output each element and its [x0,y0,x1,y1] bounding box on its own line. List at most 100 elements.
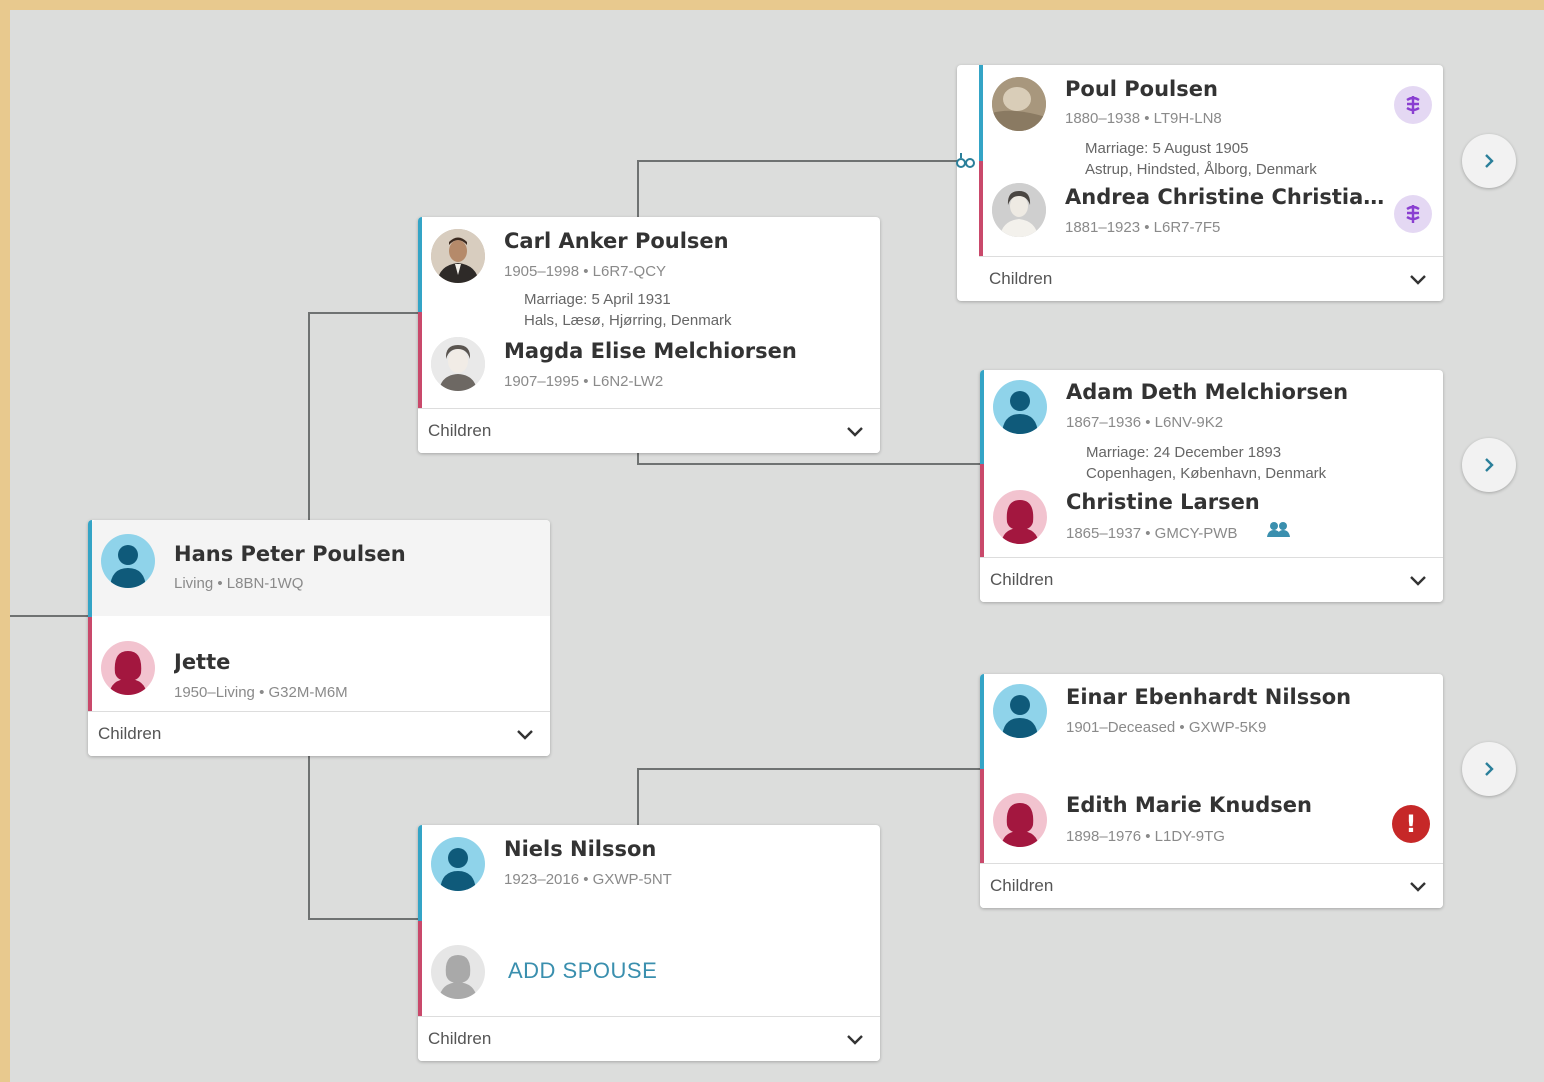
children-label: Children [990,876,1054,895]
connector-line [637,160,639,218]
children-label: Children [428,1029,492,1048]
person-name[interactable]: Carl Anker Poulsen [504,229,729,253]
couple-relationship-icon [956,153,975,168]
portrait-photo-icon [431,229,485,283]
person-magda-elise-melchiorsen[interactable]: Magda Elise Melchiorsen 1907–1995 • L6N2… [418,329,880,409]
person-name[interactable]: Hans Peter Poulsen [174,542,406,566]
empty-person-icon [431,945,485,999]
person-lifespan-id: 1901–Deceased • GXWP-5K9 [1066,719,1267,736]
chevron-right-icon [1485,762,1494,776]
person-lifespan-id: Living • L8BN-1WQ [174,575,304,592]
paternal-maternal-grandparents-card: Adam Deth Melchiorsen 1867–1936 • L6NV-9… [980,370,1443,602]
chevron-down-icon [1410,576,1426,586]
person-lifespan-id: 1950–Living • G32M-M6M [174,684,348,701]
children-dropdown[interactable]: Children [418,408,880,453]
portrait-photo-icon [992,77,1046,131]
paternal-couple-card: Carl Anker Poulsen 1905–1998 • L6R7-QCY … [418,217,880,453]
paternal-grandparents-card: Poul Poulsen 1880–1938 • LT9H-LN8 Marria… [956,65,1443,301]
person-name[interactable]: Andrea Christine Christians... [1065,185,1395,209]
children-label: Children [428,421,492,440]
marriage-info: Marriage: 5 April 1931 Hals, Læsø, Hjørr… [524,289,732,331]
marriage-place: Copenhagen, København, Denmark [1086,465,1327,482]
expand-ancestors-button[interactable] [1462,742,1516,796]
female-avatar-icon [993,490,1047,544]
connector-line [308,312,418,314]
connector-line [637,463,982,465]
person-name[interactable]: Christine Larsen [1066,490,1260,514]
female-avatar-icon [993,793,1047,847]
temple-ordinance-icon[interactable] [1394,195,1432,233]
person-jette[interactable]: Jette 1950–Living • G32M-M6M [88,617,550,712]
marriage-date: Marriage: 24 December 1893 [1086,444,1282,461]
person-einar-ebenhardt-nilsson[interactable]: Einar Ebenhardt Nilsson 1901–Deceased • … [980,674,1443,769]
chevron-right-icon [1485,154,1494,168]
male-avatar-icon [431,837,485,891]
add-spouse-slot[interactable]: ADD SPOUSE [418,921,880,1017]
data-problem-alert-icon[interactable]: ! [1392,805,1430,843]
person-lifespan-id: 1898–1976 • L1DY-9TG [1066,828,1225,845]
expand-ancestors-button[interactable] [1462,438,1516,492]
person-lifespan-id: 1865–1937 • GMCY-PWB [1066,525,1238,542]
children-dropdown[interactable]: Children [88,711,550,756]
connector-line [10,615,90,617]
children-dropdown[interactable]: Children [980,557,1443,602]
person-hans-peter-poulsen[interactable]: Hans Peter Poulsen Living • L8BN-1WQ [88,520,550,616]
person-niels-nilsson[interactable]: Niels Nilsson 1923–2016 • GXWP-5NT [418,825,880,921]
person-name[interactable]: Jette [174,650,230,674]
children-dropdown[interactable]: Children [418,1016,880,1061]
temple-ordinance-icon[interactable] [1394,86,1432,124]
chevron-down-icon [517,730,533,740]
person-christine-larsen[interactable]: Christine Larsen 1865–1937 • GMCY-PWB [980,482,1443,558]
person-lifespan-id: 1907–1995 • L6N2-LW2 [504,373,664,390]
chevron-down-icon [1410,275,1426,285]
connector-line [308,312,310,522]
connector-line [637,768,982,770]
chevron-down-icon [847,427,863,437]
root-couple-card: Hans Peter Poulsen Living • L8BN-1WQ Jet… [88,520,550,756]
chevron-down-icon [1410,882,1426,892]
add-spouse-link[interactable]: ADD SPOUSE [508,958,657,984]
children-dropdown[interactable]: Children [979,256,1443,301]
children-dropdown[interactable]: Children [980,863,1443,908]
person-edith-marie-knudsen[interactable]: Edith Marie Knudsen 1898–1976 • L1DY-9TG… [980,769,1443,864]
person-lifespan-id: 1881–1923 • L6R7-7F5 [1065,219,1221,236]
chevron-right-icon [1485,458,1494,472]
person-name[interactable]: Poul Poulsen [1065,77,1218,101]
chevron-down-icon [847,1035,863,1045]
marriage-place: Hals, Læsø, Hjørring, Denmark [524,312,732,329]
female-avatar-icon [101,641,155,695]
marriage-info: Marriage: 24 December 1893 Copenhagen, K… [1086,442,1326,484]
marriage-date: Marriage: 5 April 1931 [524,291,671,308]
person-carl-anker-poulsen[interactable]: Carl Anker Poulsen 1905–1998 • L6R7-QCY [418,217,880,287]
connector-line [308,755,310,920]
connector-line [637,768,639,826]
person-lifespan-id: 1867–1936 • L6NV-9K2 [1066,414,1224,431]
portrait-photo-icon [431,337,485,391]
maternal-grandparents-card: Einar Ebenhardt Nilsson 1901–Deceased • … [980,674,1443,908]
person-lifespan-id: 1880–1938 • LT9H-LN8 [1065,110,1222,127]
person-name[interactable]: Einar Ebenhardt Nilsson [1066,685,1351,709]
pedigree-canvas[interactable]: Hans Peter Poulsen Living • L8BN-1WQ Jet… [10,10,1544,1082]
connector-line [308,918,418,920]
person-adam-deth-melchiorsen[interactable]: Adam Deth Melchiorsen 1867–1936 • L6NV-9… [980,370,1443,442]
person-name[interactable]: Niels Nilsson [504,837,656,861]
children-label: Children [98,724,162,743]
possible-duplicates-icon[interactable] [1266,520,1292,538]
children-label: Children [989,269,1053,288]
person-name[interactable]: Edith Marie Knudsen [1066,793,1312,817]
connector-line [637,160,957,162]
person-name[interactable]: Adam Deth Melchiorsen [1066,380,1348,404]
person-lifespan-id: 1923–2016 • GXWP-5NT [504,871,672,888]
person-andrea-christine-christiansen[interactable]: Andrea Christine Christians... 1881–1923… [979,177,1443,257]
male-avatar-icon [101,534,155,588]
expand-ancestors-button[interactable] [1462,134,1516,188]
person-poul-poulsen[interactable]: Poul Poulsen 1880–1938 • LT9H-LN8 [979,65,1443,137]
person-lifespan-id: 1905–1998 • L6R7-QCY [504,263,667,280]
portrait-photo-icon [992,183,1046,237]
male-avatar-icon [993,684,1047,738]
children-label: Children [990,570,1054,589]
marriage-date: Marriage: 5 August 1905 [1085,140,1249,157]
marriage-info: Marriage: 5 August 1905 Astrup, Hindsted… [1085,138,1317,180]
male-avatar-icon [993,380,1047,434]
person-name[interactable]: Magda Elise Melchiorsen [504,339,797,363]
